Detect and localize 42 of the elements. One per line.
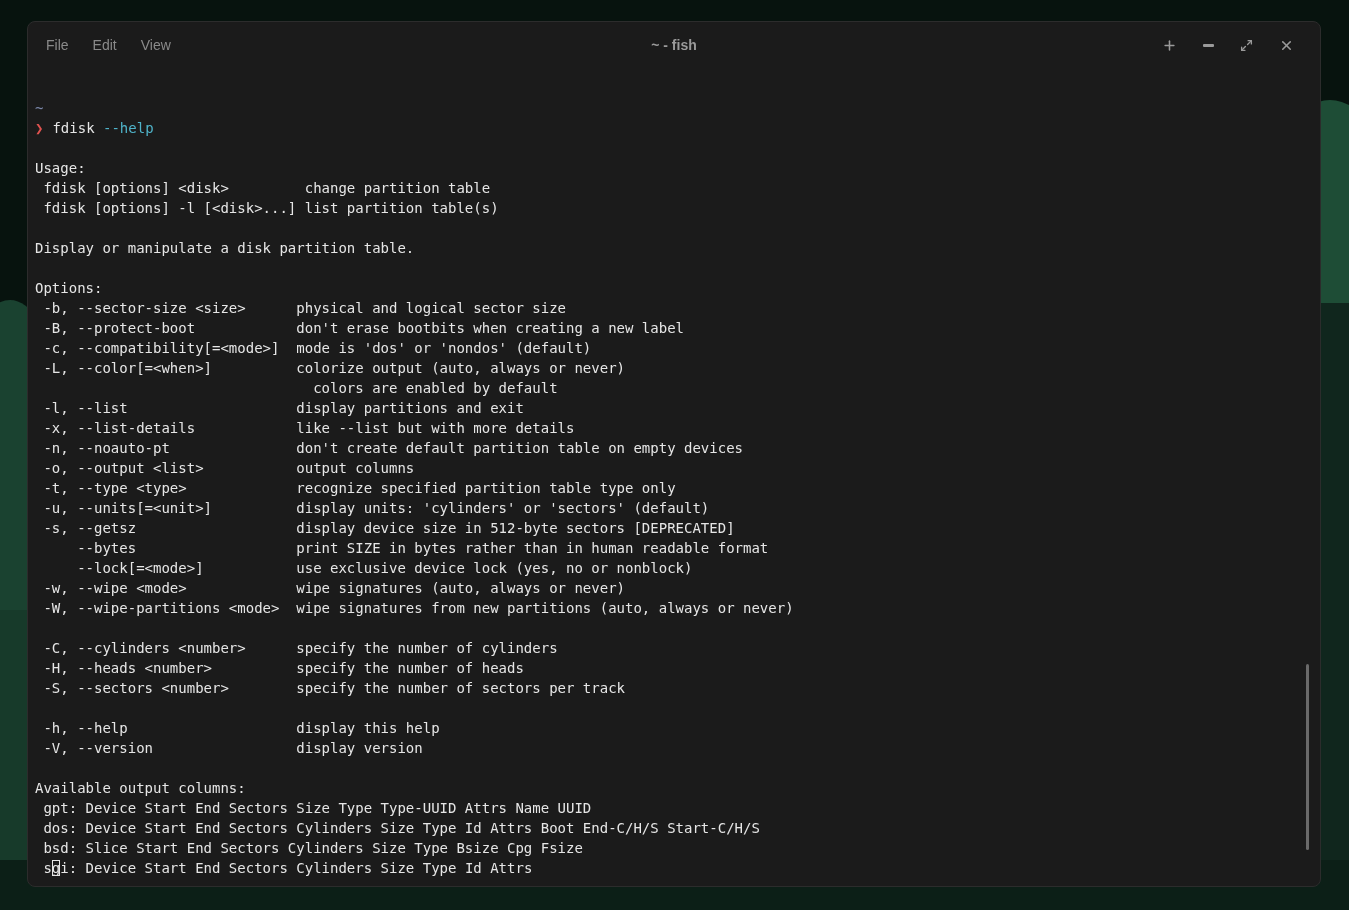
terminal-line: -c, --compatibility[=<mode>] mode is 'dos' or 'nondos' (default): [42, 339, 592, 358]
menu-item[interactable]: View: [130, 31, 181, 59]
maximize-icon: [1240, 38, 1253, 52]
terminal-line: -W, --wipe-partitions <mode> wipe signatures from new partitions (auto, always or never): [42, 599, 794, 618]
terminal-line: -w, --wipe <mode> wipe signatures (auto, always or never): [42, 579, 625, 598]
terminal-line: -u, --units[=<unit>] display units: 'cylinders' or 'sectors' (default): [42, 499, 710, 518]
terminal-line: colors are enabled by default: [312, 379, 558, 398]
terminal-line: -V, --version display version: [42, 739, 423, 758]
command-argument: --help: [103, 119, 154, 138]
terminal-line: dos: Device Start End Sectors Cylinders Size Type Id Attrs Boot End-C/H/S Start-C/H/S: [42, 819, 760, 838]
working-directory: ~: [35, 99, 44, 118]
terminal-line: -x, --list-details like --list but with more details: [42, 419, 575, 438]
terminal-line: fdisk [options] <disk> change partition table: [42, 179, 491, 198]
terminal-line: fdisk [options] -l [<disk>...] list partition table(s): [42, 199, 499, 218]
terminal-line: Options:: [35, 279, 103, 298]
terminal-line: --lock[=<mode>] use exclusive device lock (yes, no or nonblock): [76, 559, 693, 578]
terminal-line: Usage:: [35, 159, 86, 178]
terminal-line: -L, --color[=<when>] colorize output (auto, always or never): [42, 359, 625, 378]
terminal-line: Available output columns:: [35, 779, 246, 798]
terminal-line: bsd: Slice Start End Sectors Cylinders Size Type Bsize Cpg Fsize: [42, 839, 583, 858]
terminal-line: -h, --help display this help: [42, 719, 440, 738]
terminal-line: -t, --type <type> recognize specified partition table type only: [42, 479, 676, 498]
terminal-line: -b, --sector-size <size> physical and logical sector size: [42, 299, 566, 318]
command: fdisk: [52, 119, 95, 138]
terminal-line: -C, --cylinders <number> specify the number of cylinders: [42, 639, 558, 658]
terminal-line: -S, --sectors <number> specify the number of sectors per track: [42, 679, 625, 698]
scrollbar[interactable]: [1306, 664, 1309, 850]
terminal-line: -n, --noauto-pt don't create default partition table on empty devices: [42, 439, 743, 458]
terminal-line: -H, --heads <number> specify the number of heads: [42, 659, 524, 678]
window-title: ~ - fish: [651, 36, 697, 55]
terminal-line: --bytes print SIZE in bytes rather than in human readable format: [76, 539, 769, 558]
minimize-icon: [1203, 43, 1214, 47]
terminal-line: -l, --list display partitions and exit: [42, 399, 524, 418]
menu-item[interactable]: Edit: [82, 31, 127, 59]
terminal-line: -o, --output <list> output columns: [42, 459, 415, 478]
plus-icon: [1162, 37, 1177, 53]
terminal-line: -s, --getsz display device size in 512-byte sectors [DEPRECATED]: [42, 519, 735, 538]
terminal-line: gpt: Device Start End Sectors Size Type Type-UUID Attrs Name UUID: [42, 799, 592, 818]
terminal-line: -B, --protect-boot don't erase bootbits when creating a new label: [42, 319, 684, 338]
prompt-symbol: ❯: [35, 119, 44, 138]
terminal-line: Display or manipulate a disk partition table.: [35, 239, 415, 258]
menu-item[interactable]: File: [36, 31, 79, 59]
